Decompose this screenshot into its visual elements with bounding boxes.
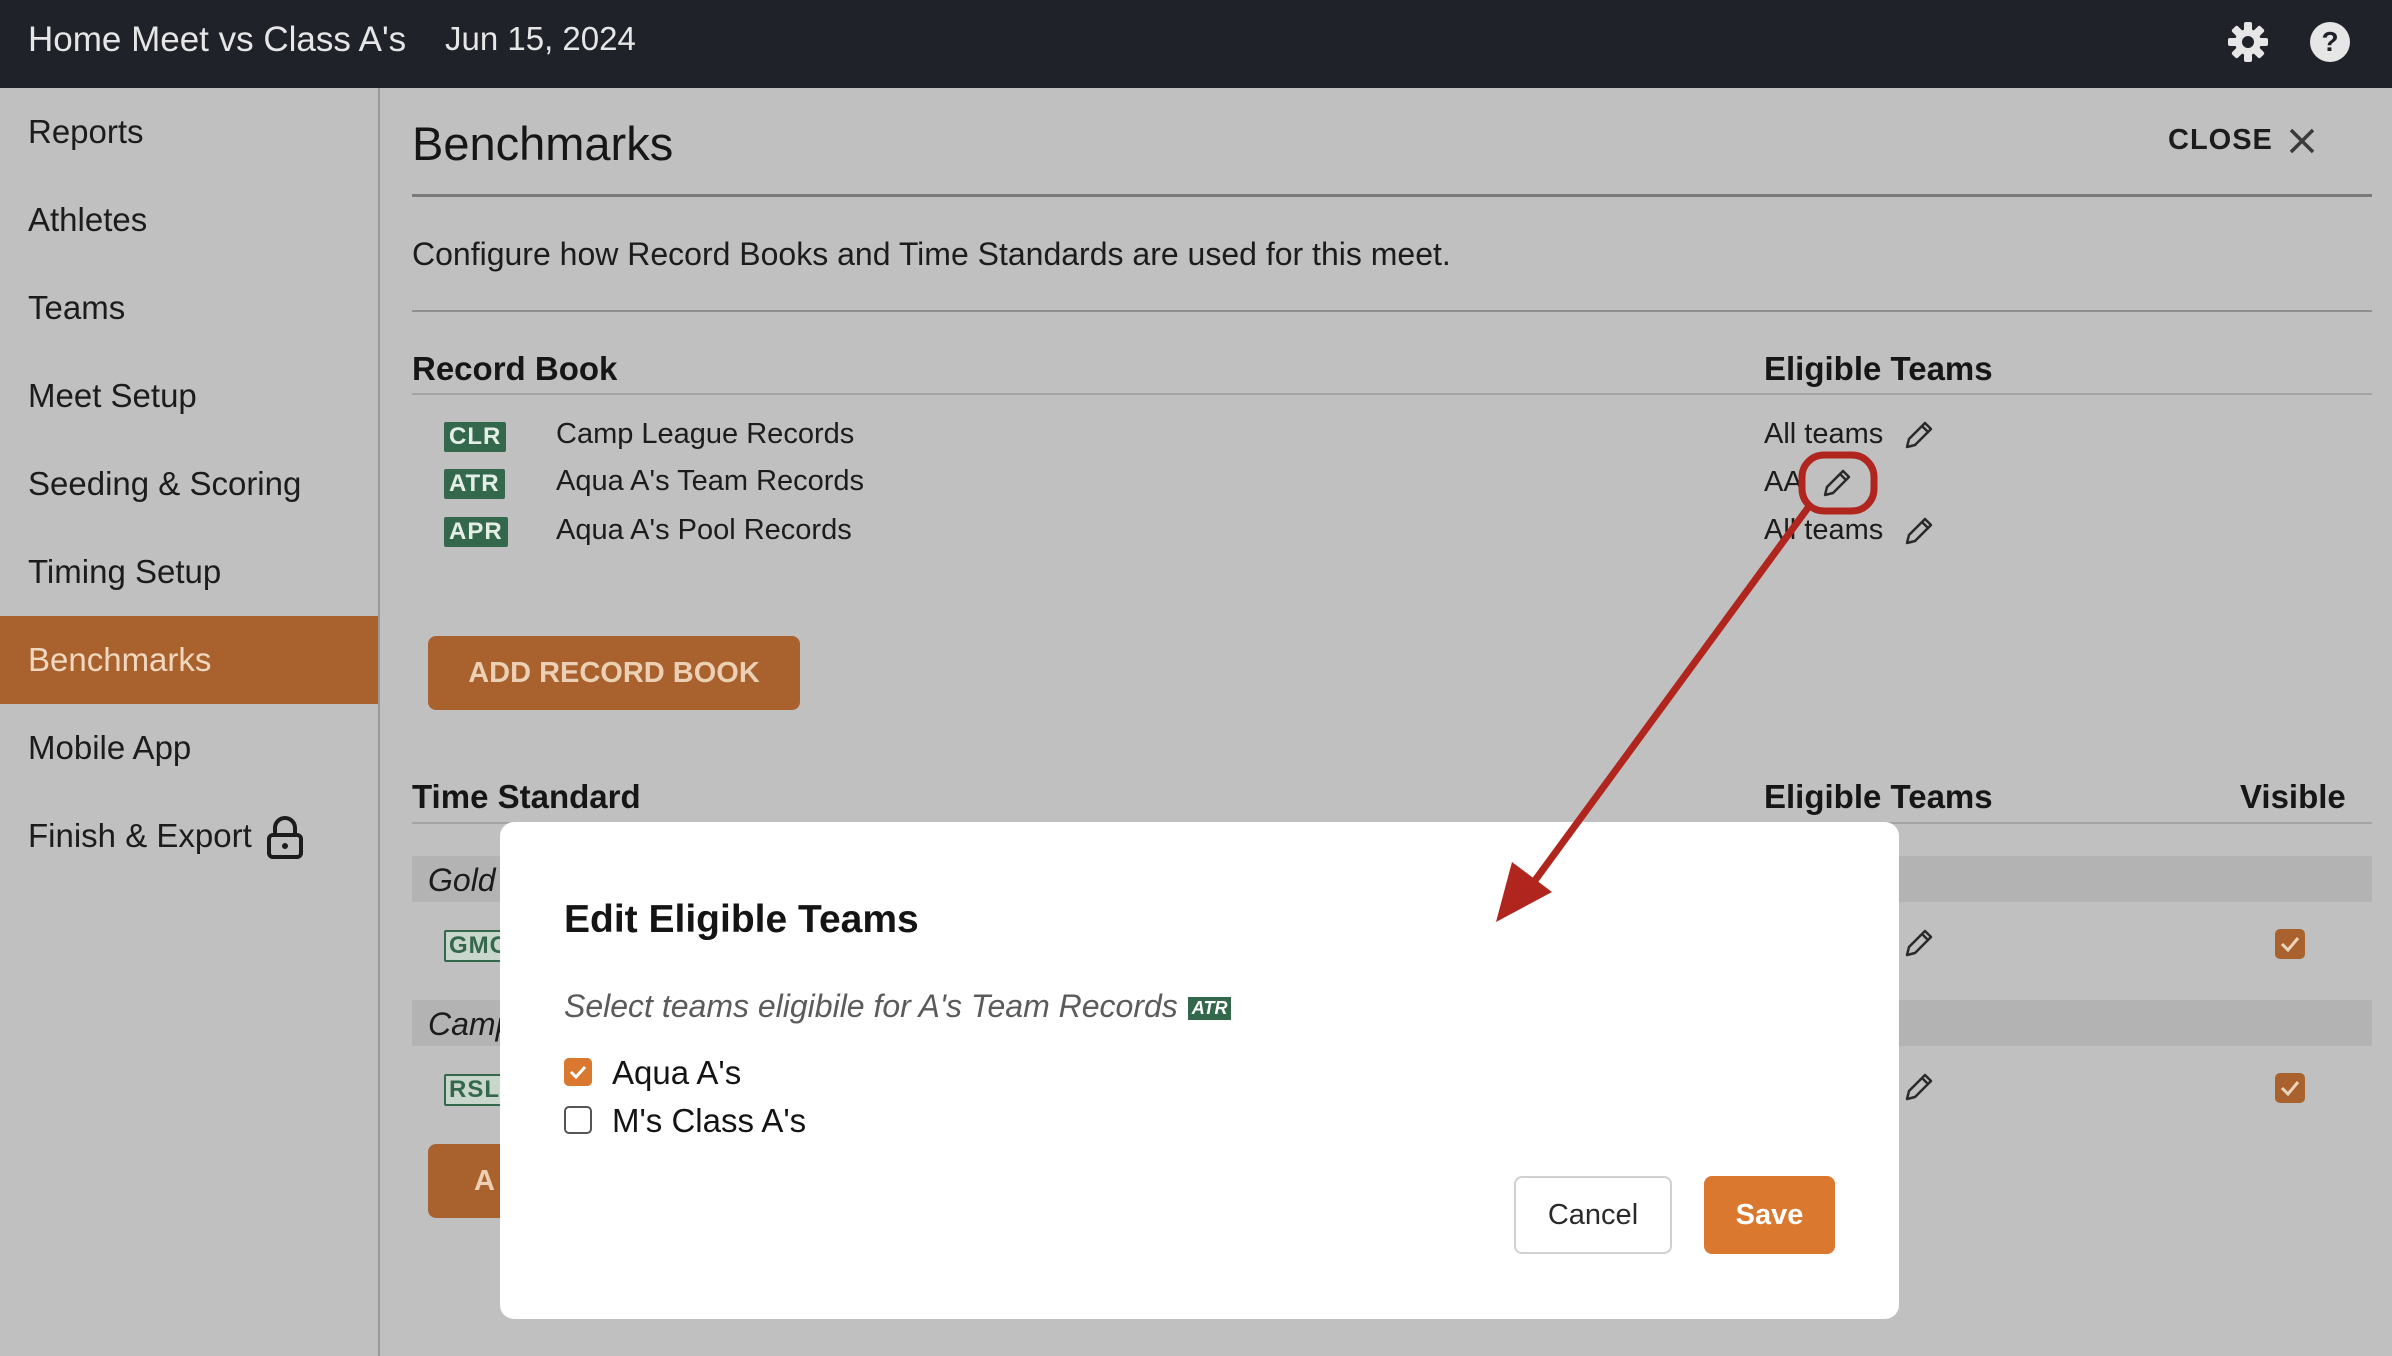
annotation-overlay: [1496, 451, 1878, 922]
annotation-arrow: [1525, 502, 1813, 893]
highlight-ring: [1798, 451, 1878, 515]
